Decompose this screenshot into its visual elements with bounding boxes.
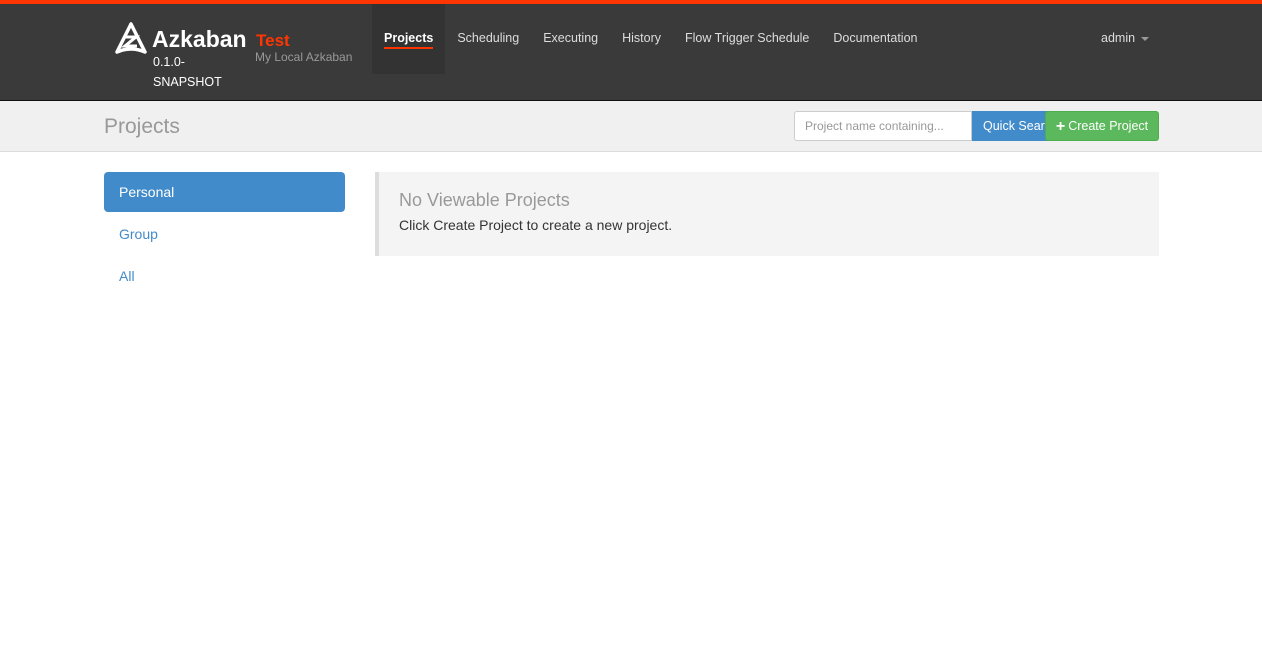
- nav-scheduling[interactable]: Scheduling: [445, 4, 531, 74]
- nav-projects[interactable]: Projects: [372, 4, 446, 74]
- user-name: admin: [1101, 31, 1136, 45]
- nav-flow-trigger-schedule[interactable]: Flow Trigger Schedule: [673, 4, 821, 74]
- empty-state-text: Click Create Project to create a new pro…: [399, 217, 673, 233]
- plus-icon: +: [1055, 118, 1066, 135]
- top-navbar: Azkaban 0.1.0-SNAPSHOT Test My Local Azk…: [0, 0, 1262, 101]
- sidebar-item-group[interactable]: Group: [104, 214, 345, 254]
- sidebar: Personal Group All: [104, 172, 345, 298]
- nav-executing[interactable]: Executing: [531, 4, 610, 74]
- quick-search-button[interactable]: Quick Search: [972, 111, 1052, 141]
- version: 0.1.0-SNAPSHOT: [153, 55, 222, 89]
- empty-state-callout: No Viewable Projects Click Create Projec…: [375, 172, 1159, 256]
- user-menu[interactable]: admin: [1101, 31, 1150, 45]
- sidebar-item-all[interactable]: All: [104, 256, 345, 296]
- main-nav: Projects Scheduling Executing History Fl…: [372, 4, 929, 74]
- page-title: Projects: [104, 115, 180, 138]
- caret-down-icon: [1141, 36, 1150, 41]
- azkaban-logo-icon: [115, 22, 147, 54]
- empty-state-title: No Viewable Projects: [399, 190, 570, 210]
- environment-description: My Local Azkaban: [255, 50, 353, 64]
- project-search-input[interactable]: [794, 111, 972, 141]
- nav-documentation[interactable]: Documentation: [821, 4, 929, 74]
- create-project-button[interactable]: + Create Project: [1045, 111, 1159, 141]
- brand-name[interactable]: Azkaban: [152, 26, 247, 53]
- nav-history[interactable]: History: [610, 4, 673, 74]
- page-header: Projects Quick Search +Create Project: [0, 101, 1262, 152]
- sidebar-item-personal[interactable]: Personal: [104, 172, 345, 212]
- environment-name: Test: [256, 31, 290, 50]
